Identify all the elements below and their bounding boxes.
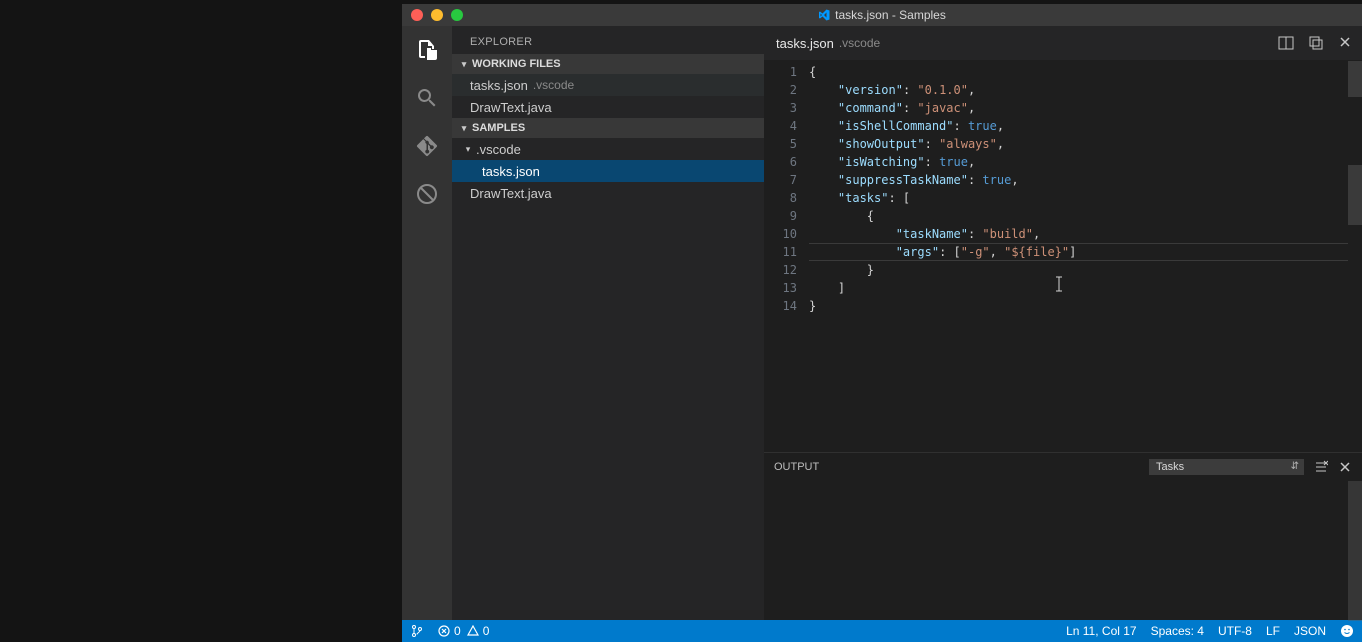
sidebar-title: EXPLORER <box>452 26 764 54</box>
split-editor-icon[interactable] <box>1278 35 1294 51</box>
feedback-icon[interactable] <box>1340 624 1354 638</box>
search-icon[interactable] <box>413 84 441 112</box>
window-controls <box>402 9 463 21</box>
close-panel-icon[interactable] <box>1338 460 1352 474</box>
folder-item[interactable]: ▾ .vscode <box>452 138 764 160</box>
output-scrollbar-thumb[interactable] <box>1348 481 1362 621</box>
folder-header[interactable]: ▾ SAMPLES <box>452 118 764 138</box>
output-body[interactable] <box>764 481 1362 620</box>
editor-tab[interactable]: tasks.json .vscode <box>764 26 892 60</box>
overview-ruler-marker <box>1348 165 1362 225</box>
output-channel-select[interactable]: Tasks <box>1149 459 1304 475</box>
working-file-item[interactable]: tasks.json .vscode <box>452 74 764 96</box>
language-status[interactable]: JSON <box>1294 624 1326 638</box>
more-actions-icon[interactable] <box>1308 35 1324 51</box>
scrollbar-thumb[interactable] <box>1348 61 1362 97</box>
vscode-window: tasks.json - Samples EXPLORER ▾ WORKING … <box>402 4 1362 642</box>
close-editor-icon[interactable] <box>1338 35 1352 51</box>
warnings-status[interactable]: 0 <box>467 624 490 638</box>
chevron-down-icon: ▾ <box>462 144 474 155</box>
window-title-text: tasks.json - Samples <box>835 8 946 22</box>
folder-label: SAMPLES <box>472 122 525 134</box>
working-files-tree: tasks.json .vscode DrawText.java <box>452 74 764 118</box>
file-name: DrawText.java <box>470 186 552 201</box>
explorer-sidebar: EXPLORER ▾ WORKING FILES tasks.json .vsc… <box>452 26 764 620</box>
editor-column: tasks.json .vscode 1234567 <box>764 26 1362 620</box>
file-path: .vscode <box>533 78 574 92</box>
tab-filename: tasks.json <box>776 36 834 51</box>
working-file-item[interactable]: DrawText.java <box>452 96 764 118</box>
panel-title: OUTPUT <box>774 461 819 473</box>
file-name: tasks.json <box>482 164 540 179</box>
chevron-down-icon: ▾ <box>458 123 470 134</box>
status-bar: 0 0 Ln 11, Col 17 Spaces: 4 UTF-8 LF JSO… <box>402 620 1362 642</box>
close-window-button[interactable] <box>411 9 423 21</box>
eol-status[interactable]: LF <box>1266 624 1280 638</box>
explorer-icon[interactable] <box>413 36 441 64</box>
panel-actions <box>1314 460 1352 474</box>
folder-tree: ▾ .vscode tasks.json DrawText.java <box>452 138 764 204</box>
activity-bar <box>402 26 452 620</box>
tab-actions <box>1278 35 1362 51</box>
git-branch-status[interactable] <box>410 624 424 638</box>
text-cursor <box>1054 275 1055 291</box>
panel-header: OUTPUT Tasks <box>764 453 1362 481</box>
code-editor[interactable]: 1234567891011121314 { "version": "0.1.0"… <box>764 61 1362 452</box>
folder-name: .vscode <box>476 142 521 157</box>
tab-path: .vscode <box>839 36 880 50</box>
debug-icon[interactable] <box>413 180 441 208</box>
minimize-window-button[interactable] <box>431 9 443 21</box>
titlebar-title: tasks.json - Samples <box>402 8 1362 22</box>
vscode-icon <box>818 9 830 21</box>
file-item[interactable]: tasks.json <box>452 160 764 182</box>
main-row: EXPLORER ▾ WORKING FILES tasks.json .vsc… <box>402 26 1362 620</box>
indentation-status[interactable]: Spaces: 4 <box>1151 624 1204 638</box>
chevron-down-icon: ▾ <box>458 59 470 70</box>
clear-output-icon[interactable] <box>1314 460 1328 474</box>
line-number-gutter: 1234567891011121314 <box>764 61 809 452</box>
code-content[interactable]: { "version": "0.1.0", "command": "javac"… <box>809 61 1076 452</box>
output-channel-value: Tasks <box>1156 461 1184 473</box>
working-files-header[interactable]: ▾ WORKING FILES <box>452 54 764 74</box>
git-icon[interactable] <box>413 132 441 160</box>
errors-status[interactable]: 0 <box>438 624 461 638</box>
output-panel: OUTPUT Tasks <box>764 452 1362 620</box>
encoding-status[interactable]: UTF-8 <box>1218 624 1252 638</box>
tab-bar: tasks.json .vscode <box>764 26 1362 61</box>
titlebar: tasks.json - Samples <box>402 4 1362 26</box>
file-name: DrawText.java <box>470 100 552 115</box>
working-files-label: WORKING FILES <box>472 58 561 70</box>
file-name: tasks.json <box>470 78 528 93</box>
cursor-position-status[interactable]: Ln 11, Col 17 <box>1066 624 1137 638</box>
maximize-window-button[interactable] <box>451 9 463 21</box>
file-item[interactable]: DrawText.java <box>452 182 764 204</box>
